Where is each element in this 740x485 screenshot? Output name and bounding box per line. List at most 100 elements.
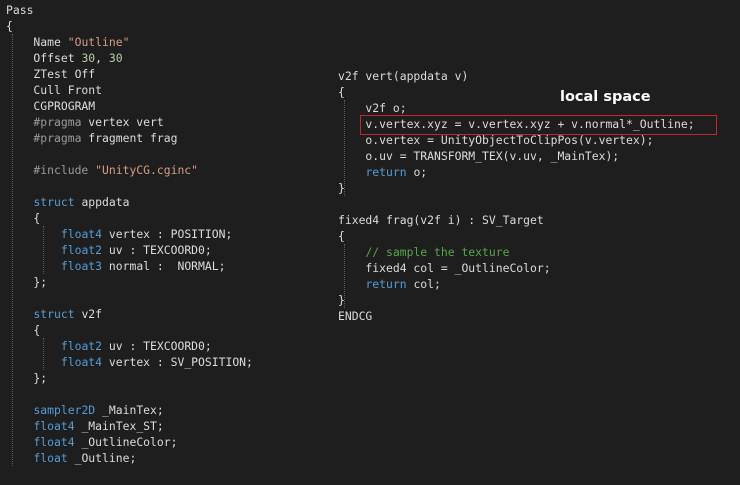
code-line: float _Outline; xyxy=(6,450,253,466)
code-line: float4 _MainTex_ST; xyxy=(6,418,253,434)
code-line: // sample the texture xyxy=(338,244,695,260)
code-line: { xyxy=(6,322,253,338)
code-token: Name xyxy=(6,35,68,49)
code-token: #pragma xyxy=(6,115,89,129)
code-token: float xyxy=(33,451,68,465)
code-line: float3 normal : NORMAL; xyxy=(6,258,253,274)
code-token: ZTest Off xyxy=(6,67,96,81)
code-token: _MainTex; xyxy=(95,403,164,417)
code-token: Cull Front xyxy=(6,83,103,97)
code-token: , xyxy=(95,51,109,65)
code-line: float2 uv : TEXCOORD0; xyxy=(6,242,253,258)
code-token: o.uv = TRANSFORM_TEX(v.uv, _MainTex); xyxy=(338,149,620,163)
code-token: uv : TEXCOORD0; xyxy=(102,243,212,257)
code-token: _Outline; xyxy=(67,451,137,465)
code-line: }; xyxy=(6,274,253,290)
code-token: fixed4 frag(v2f i) : SV_Target xyxy=(338,213,544,227)
code-token: v2f vert(appdata v) xyxy=(338,69,469,83)
code-token: #include xyxy=(6,163,96,177)
code-token: col; xyxy=(406,277,441,291)
code-line: fixed4 frag(v2f i) : SV_Target xyxy=(338,212,695,228)
code-line: return col; xyxy=(338,276,695,292)
code-token: Pass xyxy=(6,3,34,17)
code-line: float4 vertex : POSITION; xyxy=(6,226,253,242)
code-token: normal : NORMAL; xyxy=(102,259,226,273)
code-line: #pragma vertex vert xyxy=(6,114,253,130)
code-token: float2 xyxy=(60,243,103,257)
code-token: fragment frag xyxy=(88,131,178,145)
code-line: #pragma fragment frag xyxy=(6,130,253,146)
code-line: fixed4 col = _OutlineColor; xyxy=(338,260,695,276)
code-line: ENDCG xyxy=(338,308,695,324)
code-line: sampler2D _MainTex; xyxy=(6,402,253,418)
code-token: vertex : POSITION; xyxy=(102,227,233,241)
code-line: Pass xyxy=(6,2,253,18)
code-line: o.uv = TRANSFORM_TEX(v.uv, _MainTex); xyxy=(338,148,695,164)
code-line: CGPROGRAM xyxy=(6,98,253,114)
code-token: float4 xyxy=(33,435,75,449)
code-token: return xyxy=(365,277,407,291)
code-token: float3 xyxy=(60,259,103,273)
code-token: Offset xyxy=(6,51,82,65)
code-line: #include "UnityCG.cginc" xyxy=(6,162,253,178)
code-token: // sample the texture xyxy=(365,245,510,259)
code-line: float2 uv : TEXCOORD0; xyxy=(6,338,253,354)
code-token: struct xyxy=(33,307,75,321)
code-token: v2f o; xyxy=(338,101,407,115)
code-token: o; xyxy=(406,165,428,179)
code-token: { xyxy=(6,323,41,337)
code-token: _MainTex_ST; xyxy=(74,419,164,433)
code-line: struct appdata xyxy=(6,194,253,210)
code-token: }; xyxy=(6,275,48,289)
code-token: ENDCG xyxy=(338,309,373,323)
code-token: "UnityCG.cginc" xyxy=(95,163,199,177)
code-line: { xyxy=(338,228,695,244)
code-line: return o; xyxy=(338,164,695,180)
annotation-label: local space xyxy=(560,89,651,105)
code-token: float4 xyxy=(60,355,103,369)
code-line: { xyxy=(6,210,253,226)
code-token: #pragma xyxy=(6,131,89,145)
code-line: } xyxy=(338,292,695,308)
shader-code-left[interactable]: Pass { Name "Outline" Offset 30, 30 ZTest… xyxy=(6,2,253,466)
code-token: float4 xyxy=(33,419,75,433)
shader-code-right[interactable]: v2f vert(appdata v){ v2f o; v.vertex.xyz… xyxy=(338,68,695,324)
code-line: Offset 30, 30 xyxy=(6,50,253,66)
code-token: fixed4 col = _OutlineColor; xyxy=(338,261,551,275)
highlight-box xyxy=(360,115,717,135)
code-token: CGPROGRAM xyxy=(6,99,96,113)
code-token: vertex : SV_POSITION; xyxy=(102,355,253,369)
code-token: } xyxy=(338,293,345,307)
code-token: return xyxy=(365,165,407,179)
code-token: appdata xyxy=(74,195,130,209)
code-token: 30 xyxy=(108,51,123,65)
code-line: Name "Outline" xyxy=(6,34,253,50)
code-token: struct xyxy=(33,195,75,209)
code-token: vertex vert xyxy=(88,115,164,129)
code-token: { xyxy=(6,211,41,225)
code-line: v2f vert(appdata v) xyxy=(338,68,695,84)
code-line: Cull Front xyxy=(6,82,253,98)
code-token: { xyxy=(6,19,13,33)
code-token: float4 xyxy=(60,227,103,241)
code-line: }; xyxy=(6,370,253,386)
code-token: { xyxy=(338,229,345,243)
code-token: { xyxy=(338,85,345,99)
